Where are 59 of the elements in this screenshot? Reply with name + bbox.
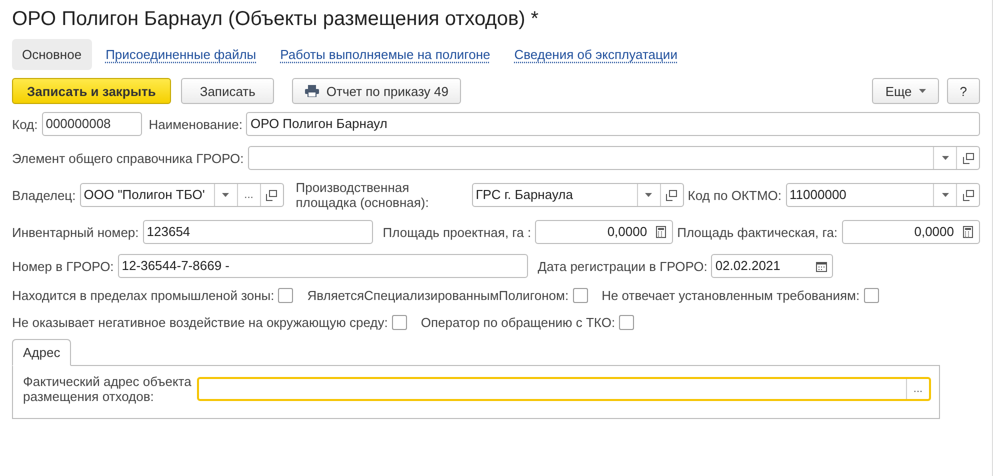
- tab[interactable]: Присоединенные файлы: [96, 39, 266, 70]
- tab[interactable]: Сведения об эксплуатации: [504, 39, 688, 70]
- help-button[interactable]: ?: [946, 78, 980, 104]
- calendar-icon: [816, 260, 827, 272]
- checkbox-label: ЯвляетсяСпециализированнымПолигоном:: [307, 288, 569, 303]
- dropdown-icon: [918, 89, 926, 93]
- field-label: Код:: [12, 116, 38, 132]
- dropdown-icon: [942, 193, 948, 197]
- open-icon: [666, 190, 678, 200]
- field-label: Код по ОКТМО:: [688, 188, 782, 202]
- printer-icon: [305, 85, 320, 97]
- dropdown-icon: [942, 156, 948, 160]
- window-title: ОРО Полигон Барнаул (Объекты размещения отходов) *: [12, 8, 540, 31]
- checkbox[interactable]: [278, 288, 294, 303]
- checkbox-label: Не оказывает негативное воздействие на окружающую среду:: [12, 315, 388, 330]
- report-button[interactable]: Отчет по приказу 49: [292, 78, 462, 104]
- field-label: Элемент общего справочника ГРОРО:: [12, 150, 244, 166]
- input-field[interactable]: 0,0000: [535, 220, 674, 244]
- checkbox-label: Находится в пределах промышленой зоны:: [12, 288, 274, 303]
- open-icon: [962, 190, 974, 200]
- select-button[interactable]: ...: [906, 379, 929, 399]
- checkbox[interactable]: [392, 315, 407, 330]
- input-field[interactable]: ОРО Полигон Барнаул: [246, 112, 980, 136]
- field-label: Площадь проектная, га :: [382, 224, 532, 240]
- open-icon: [266, 190, 278, 200]
- input-field[interactable]: 123654: [142, 220, 373, 244]
- open-icon: [962, 152, 974, 164]
- date-field[interactable]: 02.02.2021: [711, 254, 834, 278]
- field-label: Фактический адрес объекта размещения отходов:: [23, 374, 192, 404]
- dropdown-icon: [222, 193, 230, 197]
- field-label: Площадь фактическая, га:: [677, 224, 838, 240]
- input-field[interactable]: 0,0000: [842, 220, 980, 244]
- combo-field[interactable]: 11000000: [786, 183, 980, 207]
- field-label: Инвентарный номер:: [12, 224, 139, 240]
- tab[interactable]: Работы выполняемые на полигоне: [270, 39, 500, 70]
- checkbox[interactable]: [864, 288, 879, 303]
- input-field[interactable]: 12-36544-7-8669 -: [118, 254, 528, 278]
- tab[interactable]: Основное: [12, 39, 92, 70]
- field-label: Владелец:: [12, 188, 76, 202]
- checkbox-label: Оператор по обращению с ТКО:: [420, 315, 616, 330]
- dropdown-icon: [645, 193, 652, 197]
- checkbox[interactable]: [619, 315, 634, 330]
- checkbox[interactable]: [572, 288, 588, 303]
- input-field[interactable]: ...: [197, 377, 931, 401]
- combo-field[interactable]: [248, 146, 980, 170]
- field-label: Наименование:: [148, 116, 242, 132]
- calculator-icon: [963, 226, 973, 238]
- save-and-close-button[interactable]: Записать и закрыть: [12, 78, 171, 104]
- field-label: Дата регистрации в ГРОРО:: [538, 258, 708, 274]
- combo-field[interactable]: ООО "Полигон ТБО' ...: [80, 183, 284, 207]
- tab[interactable]: Адрес: [12, 339, 72, 366]
- combo-field[interactable]: ГРС г. Барнаула: [472, 183, 684, 207]
- more-button[interactable]: Еще: [872, 78, 939, 104]
- select-button[interactable]: ...: [236, 184, 260, 206]
- save-button[interactable]: Записать: [180, 78, 274, 104]
- checkbox-label: Не отвечает установленным требованиям:: [602, 288, 860, 303]
- calculator-icon: [656, 226, 666, 238]
- field-label: Номер в ГРОРО:: [12, 258, 114, 274]
- field-label: Производственная площадка (основная):: [296, 180, 430, 210]
